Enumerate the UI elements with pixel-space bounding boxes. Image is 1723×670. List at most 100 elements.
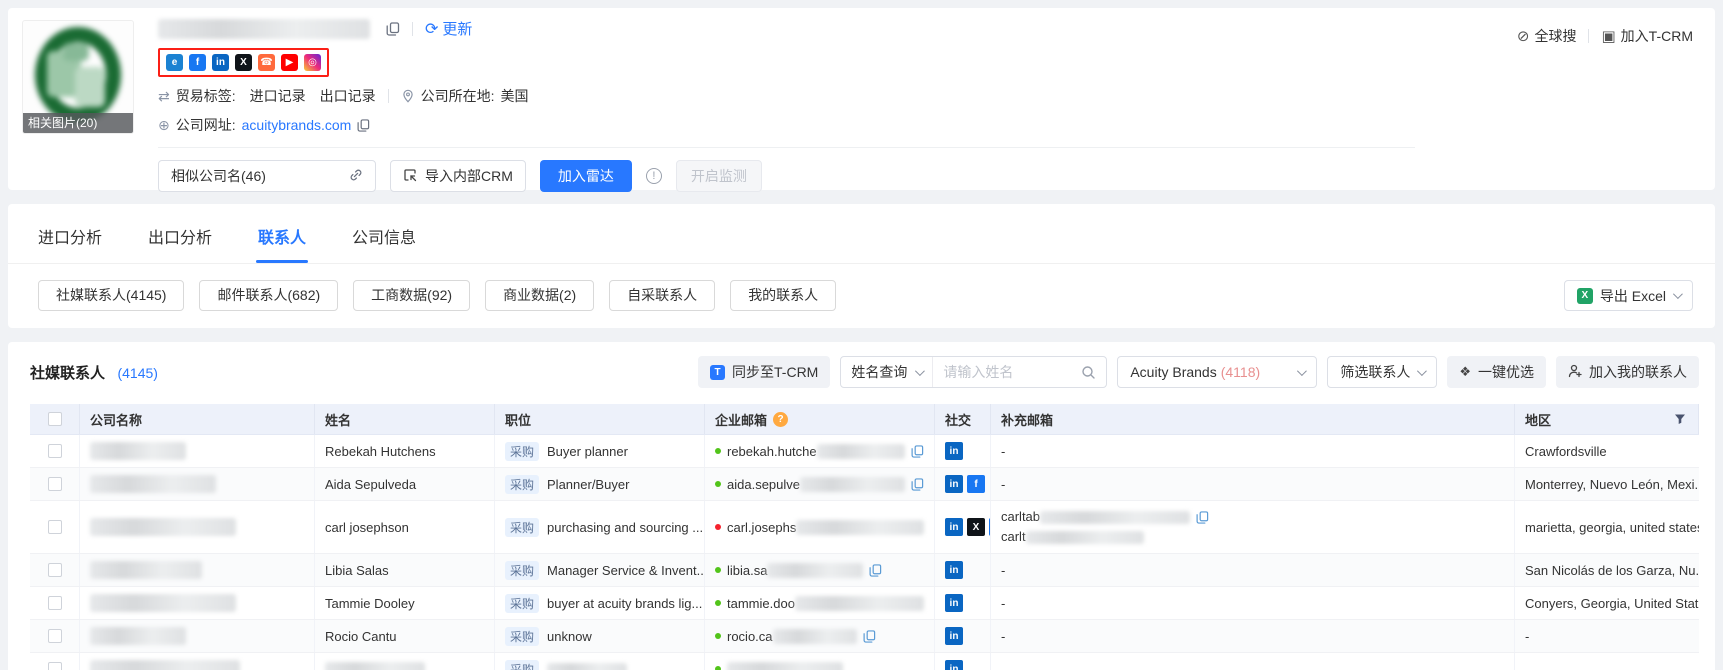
copy-email-icon[interactable] [911, 478, 924, 491]
email-text: tammie.doo [727, 596, 795, 611]
facebook-icon[interactable]: f [189, 54, 206, 71]
tab-进口分析[interactable]: 进口分析 [38, 224, 102, 263]
name-query-dropdown[interactable]: 姓名查询 [841, 357, 933, 387]
email-status-dot [715, 600, 721, 606]
tcrm-icon: ▣ [1601, 27, 1615, 45]
import-internal-crm-button[interactable]: 导入内部CRM [390, 160, 526, 192]
linkedin-icon[interactable]: in [945, 561, 963, 579]
filter-contacts-dropdown[interactable]: 筛选联系人 [1327, 356, 1437, 388]
filter-button-邮件联系人(682)[interactable]: 邮件联系人(682) [199, 280, 338, 311]
table-row: Rebekah Hutchens采购Buyer plannerrebekah.h… [30, 435, 1699, 468]
linkedin-icon[interactable]: in [945, 594, 963, 612]
column-header-姓名: 姓名 [315, 404, 495, 434]
copy-website-icon[interactable] [357, 119, 370, 132]
name-search-input[interactable] [933, 364, 1081, 380]
email-text: aida.sepulve [727, 477, 800, 492]
row-checkbox[interactable] [48, 520, 62, 534]
x-twitter-icon[interactable]: X [235, 54, 252, 71]
copy-email-icon[interactable] [869, 564, 882, 577]
company-select[interactable]: Acuity Brands(4118) [1117, 356, 1317, 388]
browser-icon[interactable]: e [166, 54, 183, 71]
company-name-cell [80, 468, 315, 500]
company-logo[interactable]: 相关图片(20) [22, 20, 134, 134]
filter-button-我的联系人[interactable]: 我的联系人 [730, 280, 836, 311]
export-excel-button[interactable]: X 导出 Excel [1564, 280, 1693, 311]
youtube-icon[interactable]: ▶ [281, 54, 298, 71]
column-header-社交: 社交 [935, 404, 991, 434]
extra-email-cell: - [991, 554, 1515, 586]
name-search-group: 姓名查询 [840, 356, 1107, 388]
global-search-button[interactable]: ⊘ 全球搜 [1517, 26, 1577, 46]
copy-email-icon[interactable] [911, 445, 924, 458]
copy-extra-email-icon[interactable] [1196, 511, 1209, 524]
copy-email-icon[interactable] [863, 630, 876, 643]
column-header-公司名称: 公司名称 [80, 404, 315, 434]
table-row: Libia Salas采购Manager Service & Invent...… [30, 554, 1699, 587]
contact-name-cell: Tammie Dooley [315, 587, 495, 619]
row-checkbox[interactable] [48, 662, 62, 670]
job-title-cell: 采购purchasing and sourcing ... [495, 501, 705, 553]
add-radar-button[interactable]: 加入雷达 [540, 160, 632, 192]
linkedin-icon[interactable]: in [945, 442, 963, 460]
similar-companies-button[interactable]: 相似公司名(46) [158, 160, 376, 192]
instagram-icon[interactable]: ◎ [304, 54, 321, 71]
tab-出口分析[interactable]: 出口分析 [148, 224, 212, 263]
email-text: rocio.ca [727, 629, 773, 644]
linkedin-icon[interactable]: in [945, 475, 963, 493]
start-monitor-button[interactable]: 开启监测 [676, 160, 762, 192]
redacted-blur [90, 518, 236, 536]
row-checkbox[interactable] [48, 444, 62, 458]
help-icon[interactable]: ? [773, 412, 788, 427]
row-checkbox[interactable] [48, 629, 62, 643]
trade-tag-export[interactable]: 出口记录 [320, 86, 376, 106]
filter-button-商业数据(2)[interactable]: 商业数据(2) [485, 280, 594, 311]
update-button[interactable]: 更新 [442, 18, 472, 39]
sync-tcrm-button[interactable]: T 同步至T-CRM [698, 356, 830, 388]
info-circle-icon[interactable]: ! [646, 168, 662, 184]
one-click-select-button[interactable]: ❖ 一键优选 [1447, 356, 1546, 388]
company-email-cell: aida.sepulve [705, 468, 935, 500]
row-checkbox-cell [30, 435, 80, 467]
website-link[interactable]: acuitybrands.com [242, 117, 352, 133]
table-header-row: 公司名称姓名职位企业邮箱?社交补充邮箱地区 [30, 404, 1699, 435]
linkedin-icon[interactable]: in [945, 660, 963, 670]
row-checkbox[interactable] [48, 477, 62, 491]
divider [1588, 29, 1589, 43]
redacted-blur [727, 662, 843, 670]
contact-filter-row: 社媒联系人(4145) 邮件联系人(682) 工商数据(92) 商业数据(2) 自采联系… [8, 264, 1715, 311]
table-row: Rocio Cantu采购unknowrocio.cain-- [30, 620, 1699, 653]
redacted-blur [90, 660, 240, 670]
linkedin-icon[interactable]: in [212, 54, 229, 71]
extra-email-cell: - [991, 620, 1515, 652]
row-checkbox[interactable] [48, 563, 62, 577]
tab-公司信息[interactable]: 公司信息 [352, 224, 416, 263]
phone-icon[interactable]: ☎ [258, 54, 275, 71]
add-my-contacts-button[interactable]: 加入我的联系人 [1556, 356, 1699, 388]
copy-company-name-icon[interactable] [386, 22, 400, 36]
role-tag: 采购 [505, 561, 539, 580]
filter-button-工商数据(92)[interactable]: 工商数据(92) [353, 280, 470, 311]
tab-联系人[interactable]: 联系人 [258, 224, 306, 263]
contact-name-cell: Aida Sepulveda [315, 468, 495, 500]
trade-tag-import[interactable]: 进口记录 [250, 86, 306, 106]
facebook-icon[interactable]: f [967, 475, 985, 493]
join-tcrm-button[interactable]: ▣ 加入T-CRM [1601, 26, 1693, 46]
filter-button-社媒联系人(4145)[interactable]: 社媒联系人(4145) [38, 280, 184, 311]
filter-button-自采联系人[interactable]: 自采联系人 [609, 280, 715, 311]
trade-arrows-icon: ⇄ [158, 88, 170, 105]
linkedin-icon[interactable]: in [945, 518, 963, 536]
chevron-down-icon [915, 366, 925, 376]
redacted-blur [325, 662, 425, 670]
x-twitter-icon[interactable]: X [967, 518, 985, 536]
select-all-checkbox[interactable] [48, 412, 62, 426]
social-icons-cell: in [935, 653, 991, 670]
row-checkbox[interactable] [48, 596, 62, 610]
contacts-table: 公司名称姓名职位企业邮箱?社交补充邮箱地区Rebekah Hutchens采购B… [30, 404, 1699, 670]
contact-name-cell [315, 653, 495, 670]
row-checkbox-cell [30, 653, 80, 670]
social-icons-cell: in [935, 587, 991, 619]
linkedin-icon[interactable]: in [945, 627, 963, 645]
related-images-badge[interactable]: 相关图片(20) [23, 113, 133, 133]
filter-funnel-icon[interactable] [1674, 413, 1686, 425]
search-icon[interactable] [1081, 365, 1106, 380]
